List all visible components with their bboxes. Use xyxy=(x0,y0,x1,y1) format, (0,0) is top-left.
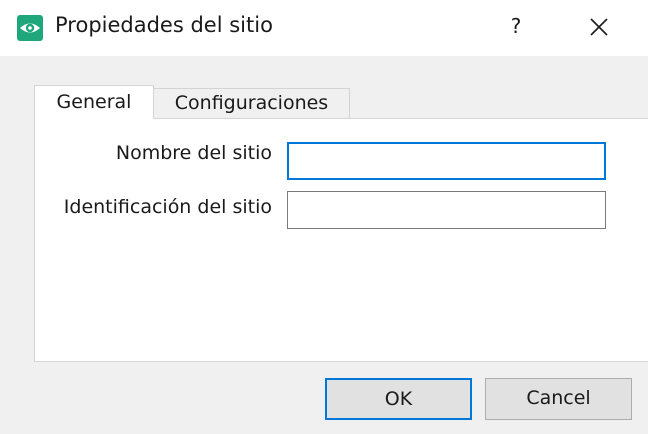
site-properties-dialog: Propiedades del sitio ? General Configur… xyxy=(0,0,648,434)
site-id-input[interactable] xyxy=(287,191,606,229)
title-bar: Propiedades del sitio ? xyxy=(0,0,648,56)
tab-configuraciones[interactable]: Configuraciones xyxy=(154,88,350,118)
site-name-input[interactable] xyxy=(287,142,606,180)
eye-icon xyxy=(17,15,43,41)
help-button[interactable]: ? xyxy=(502,11,530,41)
ok-button[interactable]: OK xyxy=(325,378,472,420)
site-id-label: Identificación del sitio xyxy=(63,196,272,218)
dialog-body: General Configuraciones Nombre del sitio… xyxy=(0,56,648,434)
cancel-button[interactable]: Cancel xyxy=(485,378,632,420)
site-name-label: Nombre del sitio xyxy=(115,142,272,164)
tab-general[interactable]: General xyxy=(34,85,154,119)
close-icon[interactable] xyxy=(583,11,615,43)
window-title: Propiedades del sitio xyxy=(55,13,273,37)
